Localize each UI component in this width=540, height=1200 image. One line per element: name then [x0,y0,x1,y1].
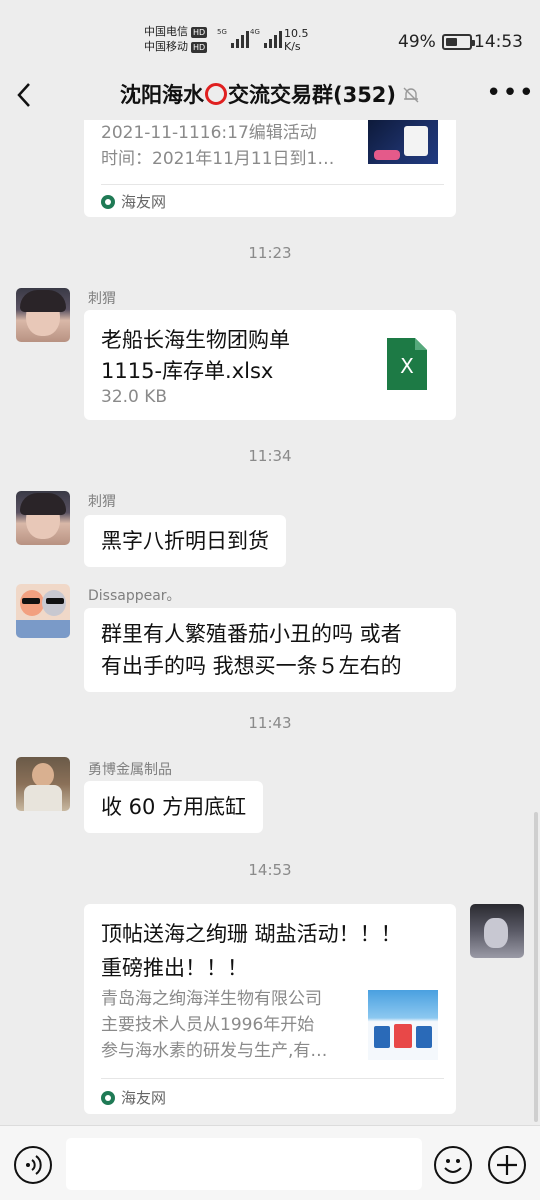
status-time: 14:53 [474,32,523,52]
chat-title[interactable]: 沈阳海水 交流交易群(352) [0,80,540,112]
more-icon: ••• [486,78,536,108]
avatar-ciwei[interactable] [16,491,70,545]
timestamp: 11:34 [248,447,292,465]
message-input[interactable] [66,1138,422,1190]
text-message[interactable]: 黑字八折明日到货 [84,515,286,567]
network-speed: 10.5 K/s [284,27,309,53]
avatar-yongbo[interactable] [16,757,70,811]
sender-name: Dissappear。 [88,588,181,604]
card-2-desc-line-1: 青岛海之绚海洋生物有限公司 [101,989,322,1009]
battery-icon [441,34,475,50]
haiyou-logo-icon [101,1090,115,1105]
excel-file-icon: X [387,338,427,390]
sender-name: 刺猬 [88,494,116,510]
timestamp: 14:53 [248,861,292,879]
timestamp: 11:43 [248,714,292,732]
signal-4g-icon: 4G [250,28,282,48]
emoji-icon [444,1159,462,1173]
card-2-desc-line-2: 主要技术人员从1996年开始 [101,1015,315,1035]
carrier-2: 中国移动 [144,40,188,53]
mute-bell-icon [402,82,420,112]
text-message[interactable]: 收 60 方用底缸 [84,781,264,833]
card-1-line-1: 2021-11-1116:17编辑活动 [101,123,317,143]
card-2-source: 海友网 [101,1087,166,1108]
plus-icon [497,1155,517,1175]
card-2-title-line-1: 顶帖送海之绚珊 瑚盐活动！！！ [101,922,402,946]
carrier-info: 中国电信 HD 中国移动 HD [144,24,208,54]
more-button[interactable]: ••• [486,80,535,106]
avatar-ciwei[interactable] [16,288,70,342]
card-1-source: 海友网 [101,191,166,212]
hd-badge-1: HD [191,26,208,38]
file-size: 32.0 KB [101,387,168,407]
link-card-1[interactable]: 2021-11-1116:17编辑活动 时间：2021年11月11日到1… 海友… [84,120,456,217]
text-message[interactable]: 群里有人繁殖番茄小丑的吗 或者 有出手的吗 我想买一条５左右的 [84,608,456,692]
chat-header: 沈阳海水 交流交易群(352) ••• [0,70,540,120]
battery-percent: 49% [398,32,436,52]
scrollbar[interactable] [534,812,538,1122]
avatar-self[interactable] [470,904,524,958]
plus-button[interactable] [488,1146,526,1184]
hd-badge-2: HD [191,41,208,53]
input-bar [0,1125,540,1200]
message-list[interactable]: 2021-11-1116:17编辑活动 时间：2021年11月11日到1… 海友… [0,120,540,1125]
link-card-2[interactable]: 顶帖送海之绚珊 瑚盐活动！！！ 重磅推出！！！ 青岛海之绚海洋生物有限公司 主要… [84,904,456,1114]
signal-5g-icon: 5G [217,28,249,48]
file-message[interactable]: 老船长海生物团购单 1115-库存单.xlsx 32.0 KB X [84,310,456,420]
file-name-line-2: 1115-库存单.xlsx [101,359,274,383]
card-2-desc-line-3: 参与海水素的研发与生产,有… [101,1041,328,1061]
status-bar: 中国电信 HD 中国移动 HD 5G 4G 10.5 K/s 49% 14:53 [0,0,540,80]
card-1-line-2: 时间：2021年11月11日到1… [101,149,335,169]
voice-icon [26,1155,42,1175]
sender-name: 刺猬 [88,291,116,307]
file-name-line-1: 老船长海生物团购单 [101,328,290,352]
red-circle-emoji-icon [204,83,227,105]
timestamp: 11:23 [248,244,292,262]
haiyou-logo-icon [101,194,115,209]
card-1-thumbnail [368,120,438,164]
carrier-1: 中国电信 [144,25,188,38]
avatar-dissappear[interactable] [16,584,70,638]
card-2-thumbnail [368,990,438,1060]
battery-status: 49% [398,32,475,52]
sender-name: 勇博金属制品 [88,762,172,778]
emoji-button[interactable] [434,1146,472,1184]
voice-button[interactable] [14,1146,52,1184]
card-2-title-line-2: 重磅推出！！！ [101,956,248,980]
